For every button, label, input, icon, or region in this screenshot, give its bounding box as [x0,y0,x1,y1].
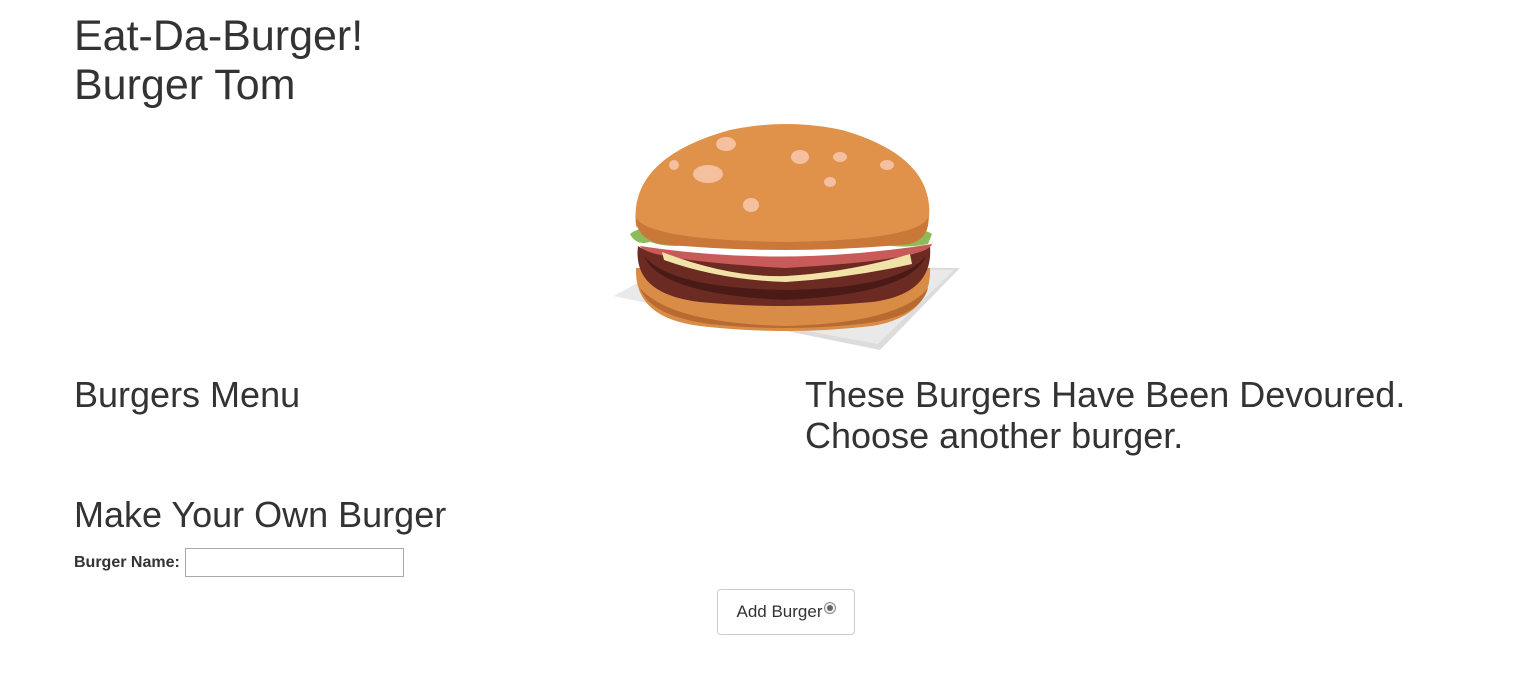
burgers-menu-heading: Burgers Menu [74,374,301,415]
add-burger-button-label: Add Burger [736,602,823,621]
burger-name-input[interactable] [184,548,404,577]
page-subtitle: Burger Tom [74,61,296,109]
devoured-heading-line1: These Burgers Have Been Devoured. [805,374,1406,415]
hamburger-illustration-icon [610,118,962,356]
make-burger-heading: Make Your Own Burger [74,494,447,535]
devoured-heading-line2: Choose another burger. [805,415,1184,456]
burger-name-label: Burger Name: [74,553,180,571]
page-title: Eat-Da-Burger! [74,12,364,60]
radio-indicator-icon [823,602,836,614]
burger-name-form-row: Burger Name: [74,548,404,577]
devoured-heading: These Burgers Have Been Devoured. Choose… [805,374,1405,456]
page-header: Eat-Da-Burger! Burger Tom [74,12,363,110]
add-burger-button[interactable]: Add Burger [717,589,855,635]
